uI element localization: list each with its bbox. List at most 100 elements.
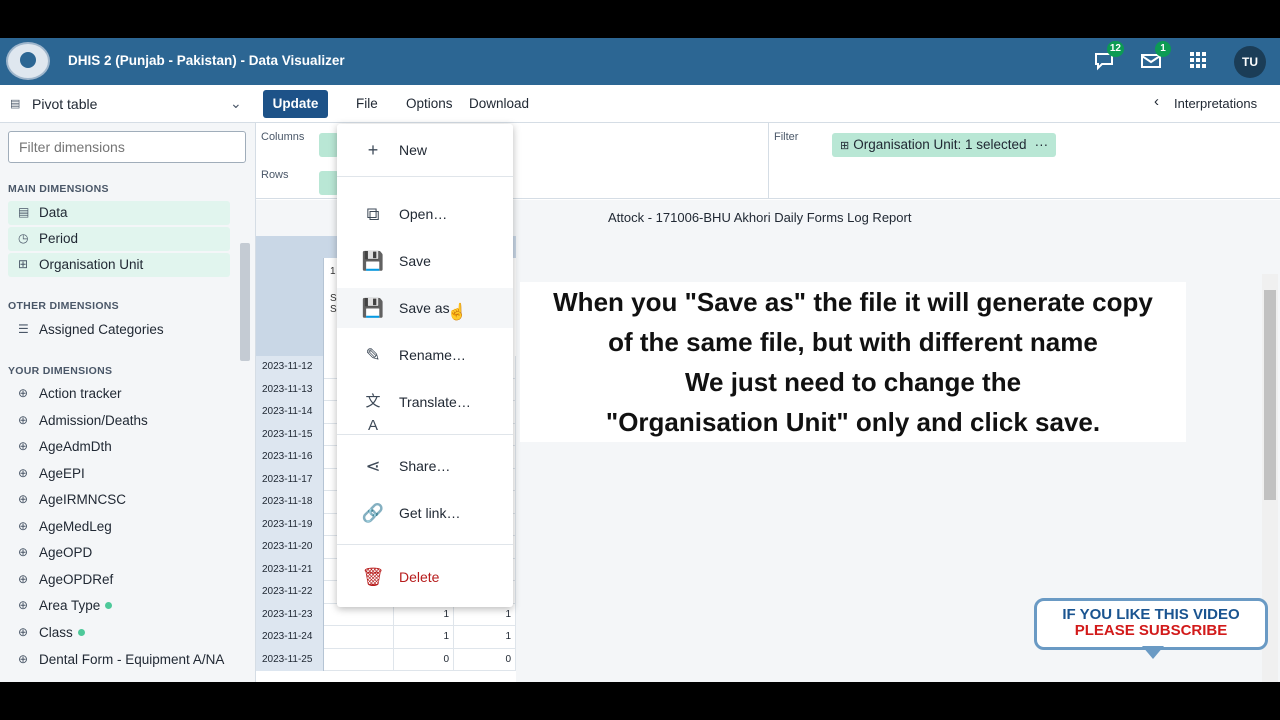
dimension-icon: ⊕: [18, 519, 29, 533]
menu-item-open[interactable]: ⧉ Open…: [337, 194, 513, 234]
interpretations-badge: 12: [1106, 41, 1124, 57]
apps-grid-icon[interactable]: [1186, 50, 1210, 74]
row-date: 2023-11-23: [256, 603, 324, 626]
menu-item-save-as[interactable]: 💾 Save as ☝: [337, 288, 513, 328]
dimension-label: Action tracker: [39, 386, 122, 401]
dimension-organisation-unit[interactable]: ⊞ Organisation Unit: [8, 253, 230, 277]
save-icon: 💾: [361, 251, 385, 271]
filter-dimensions-input[interactable]: [8, 131, 246, 163]
table-icon: ▤: [18, 205, 30, 219]
app-header: DHIS 2 (Punjab - Pakistan) - Data Visual…: [0, 38, 1280, 85]
dimension-label: Class: [39, 625, 73, 640]
filter-chip-label: Organisation Unit: 1 selected: [853, 137, 1027, 152]
dimension-data[interactable]: ▤ Data: [8, 201, 230, 225]
dimension-item[interactable]: ⊕ Action tracker: [8, 382, 230, 406]
row-date: 2023-11-13: [256, 378, 324, 401]
options-menu-button[interactable]: Options: [406, 96, 453, 111]
row-date: 2023-11-17: [256, 468, 324, 491]
row-date: 2023-11-14: [256, 401, 324, 424]
row-date: 2023-11-20: [256, 536, 324, 559]
menu-item-delete[interactable]: 🗑 Delete: [337, 557, 513, 597]
row-date: 2023-11-22: [256, 581, 324, 604]
hand-cursor-icon: ☝: [447, 304, 467, 321]
save-as-icon: 💾: [361, 298, 385, 318]
dimension-item[interactable]: ⊕ Dental Form - Equipment A/NA: [8, 647, 230, 682]
your-dimensions-heading: YOUR DIMENSIONS: [8, 365, 113, 377]
dimension-item[interactable]: ⊕ Admission/Deaths: [8, 409, 230, 433]
download-menu-button[interactable]: Download: [469, 96, 529, 111]
selected-dot-icon: [105, 602, 113, 609]
menu-item-get-link[interactable]: 🔗 Get link…: [337, 493, 513, 533]
menu-item-rename[interactable]: ✎ Rename…: [337, 335, 513, 375]
caption-line: When you "Save as" the file it will gene…: [553, 287, 1153, 317]
dimension-label: AgeIRMNCSC: [39, 492, 127, 507]
menu-item-label: Open…: [399, 206, 448, 222]
dimension-item[interactable]: ⊕ AgeOPD: [8, 541, 230, 565]
main-dimensions-heading: MAIN DIMENSIONS: [8, 183, 109, 195]
list-icon: ☰: [18, 322, 29, 336]
update-button[interactable]: Update: [263, 90, 328, 118]
row-date: 2023-11-24: [256, 626, 324, 649]
dimension-item[interactable]: ⊕ AgeIRMNCSC: [8, 488, 230, 512]
dimension-icon: ⊕: [18, 572, 29, 586]
menu-item-save[interactable]: 💾 Save: [337, 241, 513, 281]
dimension-item[interactable]: ⊕ AgeOPDRef: [8, 568, 230, 592]
menu-divider: [337, 176, 513, 177]
link-icon: 🔗: [361, 503, 385, 523]
dimension-assigned-categories[interactable]: ☰ Assigned Categories: [8, 318, 230, 342]
pivot-table-icon: ▤: [10, 98, 21, 110]
interpretations-icon[interactable]: 12: [1092, 41, 1124, 74]
pencil-icon: ✎: [365, 345, 381, 365]
menu-divider: [337, 544, 513, 545]
punjab-logo-icon[interactable]: [6, 42, 50, 80]
sidebar-scrollbar[interactable]: [238, 235, 252, 675]
chevron-left-icon[interactable]: ‹: [1154, 93, 1159, 110]
menu-item-share[interactable]: ⋖ Share…: [337, 446, 513, 486]
dimension-label: AgeOPDRef: [39, 572, 114, 587]
sidebar-scroll-thumb[interactable]: [240, 243, 250, 361]
menu-item-label: New: [399, 142, 428, 158]
dimension-item[interactable]: ⊕ Class: [8, 621, 230, 645]
user-avatar[interactable]: TU: [1234, 46, 1266, 78]
dimension-item[interactable]: ⊕ AgeEPI: [8, 462, 230, 486]
dimension-icon: ⊕: [18, 625, 29, 639]
filter-chip-organisation-unit[interactable]: ⊞ Organisation Unit: 1 selected ···: [832, 133, 1057, 157]
menu-item-label: Delete: [399, 569, 440, 585]
dimension-period[interactable]: ◷ Period: [8, 227, 230, 251]
cell: 0: [454, 648, 516, 671]
canvas-scroll-thumb[interactable]: [1264, 290, 1276, 500]
rows-chip[interactable]: [319, 171, 339, 195]
dimension-icon: ⊕: [18, 386, 29, 400]
menu-item-label: Save: [399, 253, 431, 269]
messages-icon[interactable]: 1: [1139, 41, 1171, 74]
table-row: 2023-11-24 1 1: [256, 626, 516, 649]
visualization-type-selector[interactable]: ▤ Pivot table ⌄: [0, 85, 256, 123]
messages-badge: 1: [1155, 41, 1171, 57]
app-title: DHIS 2 (Punjab - Pakistan) - Data Visual…: [68, 53, 345, 68]
row-date: 2023-11-12: [256, 356, 324, 379]
dimension-label: Data: [39, 205, 68, 220]
menu-item-label: Save as: [399, 300, 450, 316]
dimension-label: AgeOPD: [39, 545, 93, 560]
interpretations-toggle[interactable]: Interpretations: [1174, 96, 1257, 111]
dimension-label: Period: [39, 231, 79, 246]
menu-item-translate[interactable]: 文A Translate…: [337, 382, 513, 434]
subscribe-banner[interactable]: IF YOU LIKE THIS VIDEO PLEASE SUBSCRIBE: [1034, 598, 1268, 650]
dimensions-sidebar: ▤ Pivot table ⌄ MAIN DIMENSIONS ▤ Data ◷ P…: [0, 85, 256, 682]
tree-icon: ⊞: [18, 257, 29, 271]
dimension-label: Assigned Categories: [39, 322, 164, 337]
open-external-icon: ⧉: [366, 204, 380, 224]
table-corner: [256, 258, 324, 356]
caption-line: of the same file, but with different nam…: [608, 327, 1098, 357]
more-icon[interactable]: ···: [1035, 137, 1049, 152]
cell: [324, 648, 394, 671]
file-menu-button[interactable]: File: [356, 96, 378, 111]
menu-item-new[interactable]: + New: [337, 130, 513, 170]
dimension-label: AgeAdmDth: [39, 439, 112, 454]
dimension-item[interactable]: ⊕ Area Type: [8, 594, 230, 618]
dimension-item[interactable]: ⊕ AgeAdmDth: [8, 435, 230, 459]
columns-chip[interactable]: [319, 133, 339, 157]
layout-divider: [768, 123, 769, 199]
translate-icon: 文A: [365, 393, 381, 434]
dimension-item[interactable]: ⊕ AgeMedLeg: [8, 515, 230, 539]
